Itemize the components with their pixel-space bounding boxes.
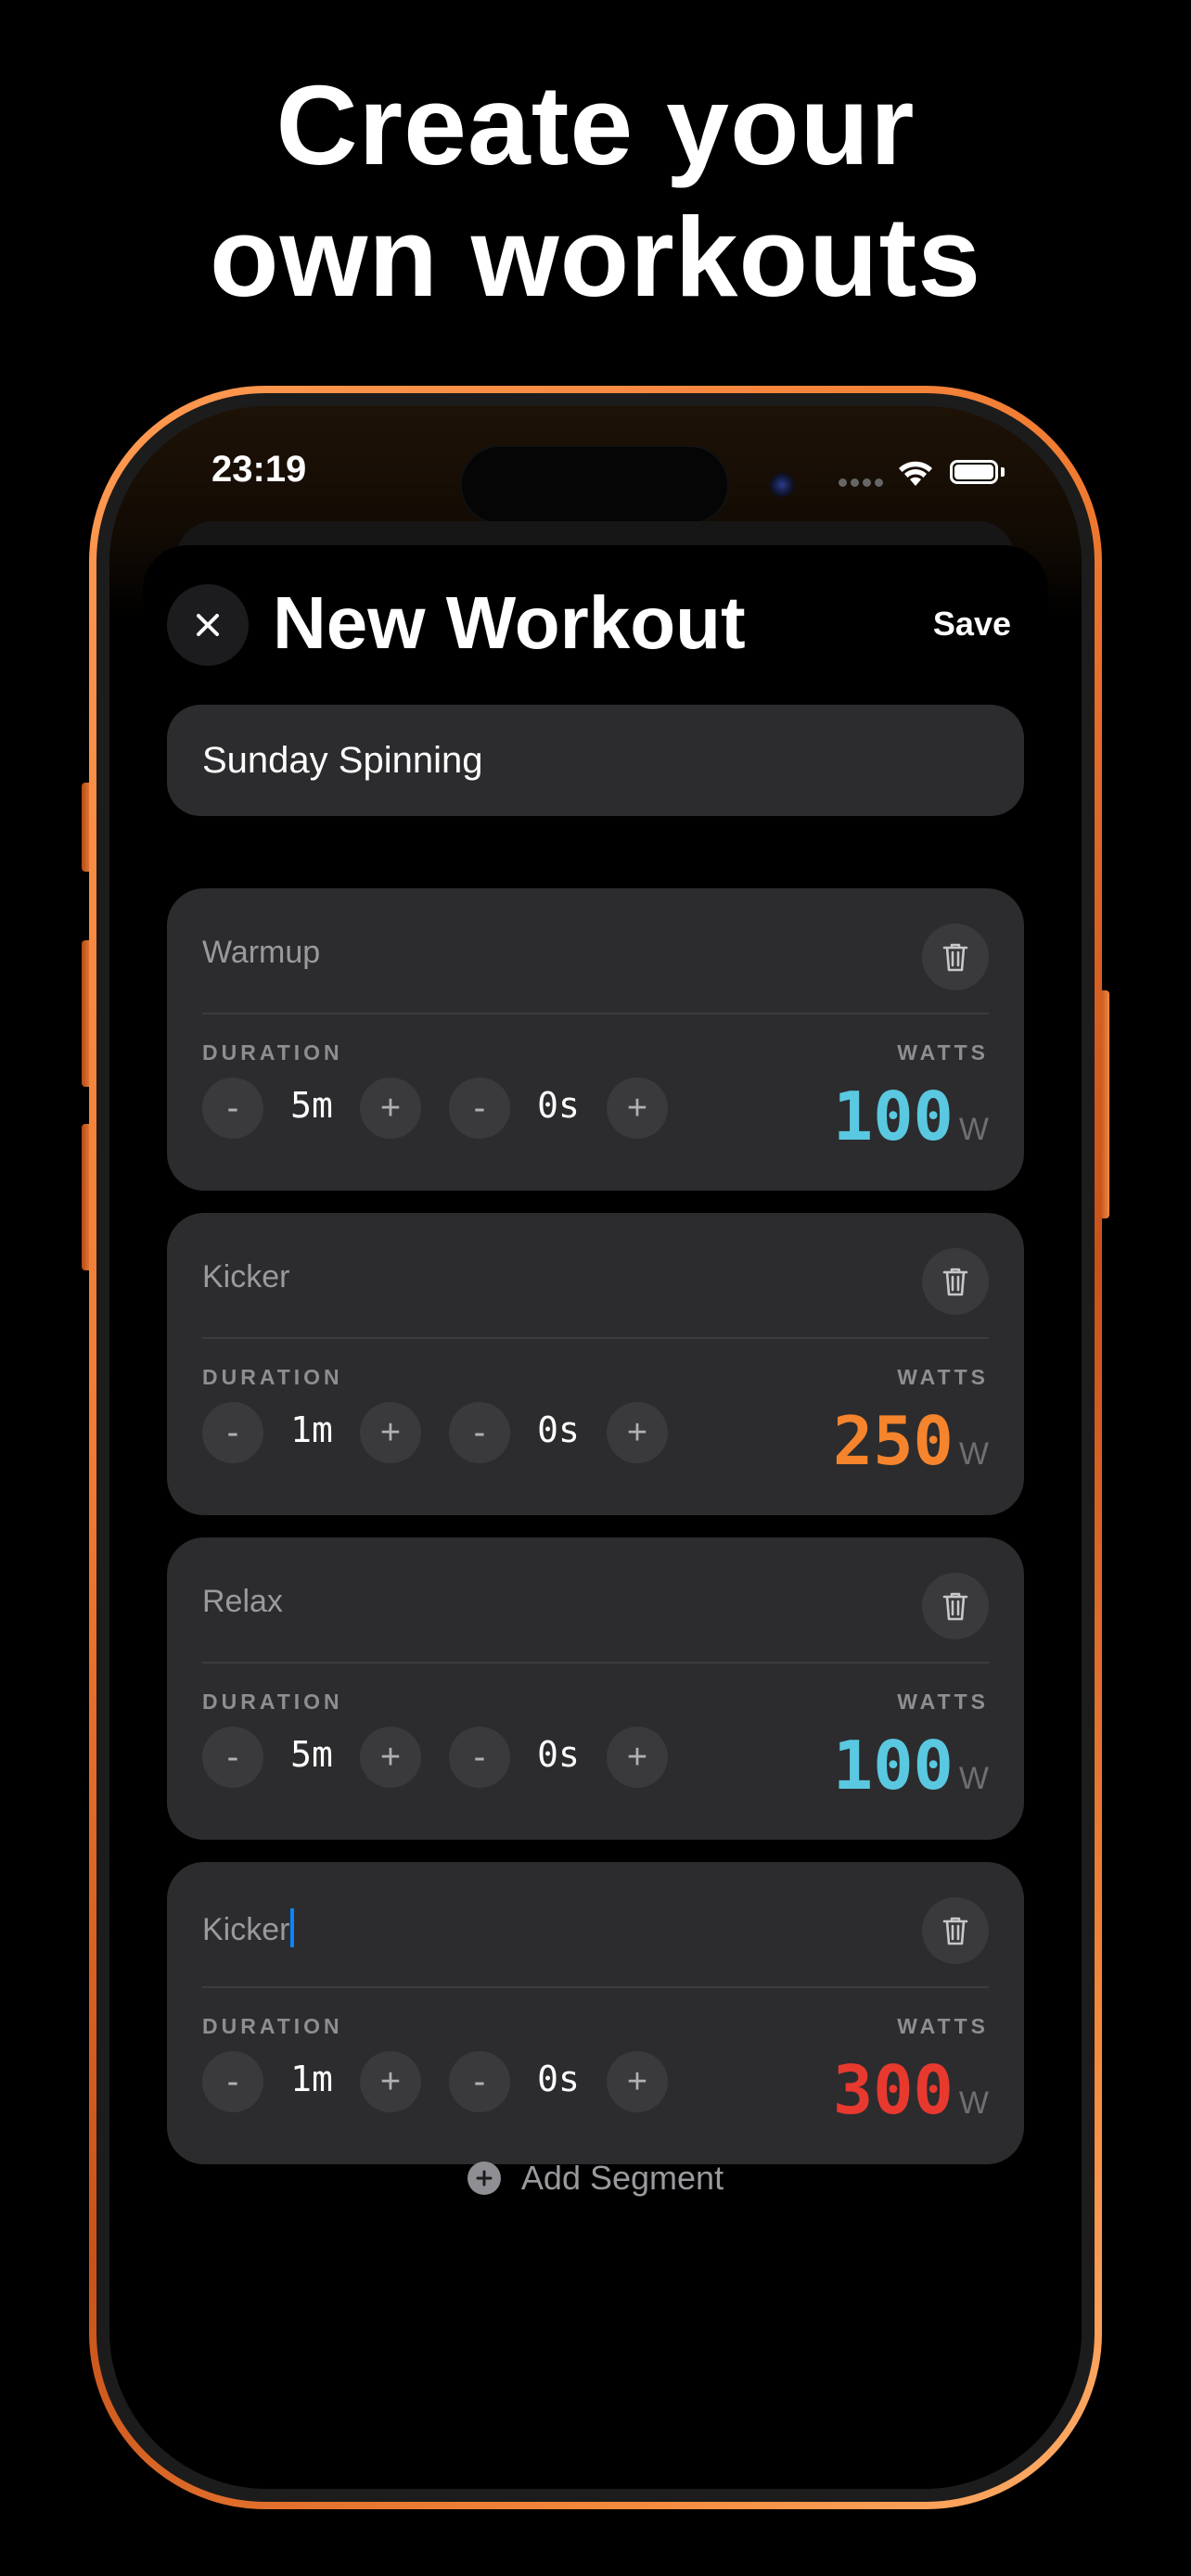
text-cursor bbox=[290, 1908, 295, 1947]
seconds-value: 0s bbox=[537, 1734, 580, 1775]
watts-display[interactable]: 100 W bbox=[833, 1081, 989, 1152]
add-segment-label: Add Segment bbox=[520, 2159, 724, 2197]
trash-icon bbox=[942, 1592, 968, 1621]
watts-value: 250 bbox=[832, 1402, 954, 1480]
seconds-decrement-button[interactable]: - bbox=[449, 2051, 510, 2112]
minutes-decrement-button[interactable]: - bbox=[202, 1078, 263, 1139]
segment-name: Kicker bbox=[202, 1912, 290, 1947]
segment-name-field[interactable]: Warmup bbox=[202, 935, 320, 971]
minutes-increment-button[interactable]: + bbox=[360, 1078, 421, 1139]
watts-unit: W bbox=[958, 1761, 989, 1796]
seconds-decrement-button[interactable]: - bbox=[449, 1727, 510, 1788]
segment-card: Kicker DURATION WATTS - 1m + - 0s + 300 … bbox=[167, 1862, 1024, 2164]
wifi-icon bbox=[899, 461, 932, 486]
watts-label: WATTS bbox=[897, 1365, 989, 1389]
headline-line-2: own workouts bbox=[209, 194, 982, 320]
seconds-value: 0s bbox=[537, 2059, 580, 2099]
save-button[interactable]: Save bbox=[933, 605, 1011, 644]
minutes-decrement-button[interactable]: - bbox=[202, 2051, 263, 2112]
seconds-value: 0s bbox=[537, 1409, 580, 1450]
phone-screen: 23:19 New Workout Save Sunday Spinning W… bbox=[109, 406, 1082, 2489]
seconds-increment-button[interactable]: + bbox=[607, 1727, 668, 1788]
watts-value: 100 bbox=[832, 1078, 954, 1155]
minutes-value: 5m bbox=[290, 1734, 333, 1775]
minutes-value: 1m bbox=[290, 1409, 333, 1450]
divider bbox=[202, 1337, 989, 1339]
segment-card: Kicker DURATION WATTS - 1m + - 0s + 250 … bbox=[167, 1213, 1024, 1515]
watts-label: WATTS bbox=[897, 1040, 989, 1065]
minutes-increment-button[interactable]: + bbox=[360, 2051, 421, 2112]
workout-name-field[interactable]: Sunday Spinning bbox=[167, 705, 1024, 816]
seconds-increment-button[interactable]: + bbox=[607, 1402, 668, 1463]
segment-name-field[interactable]: Relax bbox=[202, 1584, 283, 1620]
battery-icon bbox=[950, 460, 998, 484]
segment-name-field[interactable]: Kicker bbox=[202, 1259, 289, 1295]
watts-display[interactable]: 250 W bbox=[833, 1406, 989, 1476]
watts-display[interactable]: 300 W bbox=[833, 2055, 989, 2125]
divider bbox=[202, 1662, 989, 1664]
segment-card: Warmup DURATION WATTS - 5m + - 0s + 100 … bbox=[167, 888, 1024, 1191]
camera-icon bbox=[770, 473, 794, 497]
minutes-decrement-button[interactable]: - bbox=[202, 1402, 263, 1463]
segment-name: Warmup bbox=[202, 935, 321, 970]
seconds-increment-button[interactable]: + bbox=[607, 2051, 668, 2112]
duration-label: DURATION bbox=[202, 1365, 343, 1389]
watts-value: 100 bbox=[832, 1727, 954, 1804]
page-title: New Workout bbox=[273, 581, 746, 664]
minutes-increment-button[interactable]: + bbox=[360, 1402, 421, 1463]
duration-label: DURATION bbox=[202, 1040, 343, 1065]
delete-segment-button[interactable] bbox=[922, 924, 989, 990]
minutes-increment-button[interactable]: + bbox=[360, 1727, 421, 1788]
trash-icon bbox=[942, 943, 968, 972]
seconds-value: 0s bbox=[537, 1085, 580, 1126]
trash-icon bbox=[942, 1917, 968, 1945]
segment-name: Kicker bbox=[202, 1259, 290, 1294]
trash-icon bbox=[942, 1268, 968, 1296]
add-segment-button[interactable]: Add Segment bbox=[109, 2159, 1082, 2198]
plus-circle-icon bbox=[467, 2162, 501, 2195]
headline-line-1: Create your bbox=[275, 62, 916, 188]
divider bbox=[202, 1013, 989, 1014]
seconds-decrement-button[interactable]: - bbox=[449, 1078, 510, 1139]
segment-name-field[interactable]: Kicker bbox=[202, 1908, 295, 1948]
divider bbox=[202, 1986, 989, 1988]
watts-label: WATTS bbox=[897, 2014, 989, 2038]
minutes-value: 1m bbox=[290, 2059, 333, 2099]
watts-label: WATTS bbox=[897, 1690, 989, 1714]
dynamic-island bbox=[462, 447, 727, 523]
duration-label: DURATION bbox=[202, 2014, 343, 2038]
watts-value: 300 bbox=[832, 2051, 954, 2129]
seconds-decrement-button[interactable]: - bbox=[449, 1402, 510, 1463]
status-time: 23:19 bbox=[211, 449, 307, 490]
close-icon bbox=[197, 614, 219, 636]
close-button[interactable] bbox=[167, 584, 249, 666]
watts-display[interactable]: 100 W bbox=[833, 1730, 989, 1801]
segment-card: Relax DURATION WATTS - 5m + - 0s + 100 W bbox=[167, 1537, 1024, 1840]
watts-unit: W bbox=[958, 2085, 989, 2121]
delete-segment-button[interactable] bbox=[922, 1897, 989, 1964]
duration-label: DURATION bbox=[202, 1690, 343, 1714]
minutes-decrement-button[interactable]: - bbox=[202, 1727, 263, 1788]
minutes-value: 5m bbox=[290, 1085, 333, 1126]
segment-name: Relax bbox=[202, 1584, 283, 1619]
delete-segment-button[interactable] bbox=[922, 1248, 989, 1315]
delete-segment-button[interactable] bbox=[922, 1573, 989, 1639]
watts-unit: W bbox=[958, 1112, 989, 1147]
seconds-increment-button[interactable]: + bbox=[607, 1078, 668, 1139]
watts-unit: W bbox=[958, 1436, 989, 1472]
cellular-signal-icon bbox=[839, 478, 883, 490]
